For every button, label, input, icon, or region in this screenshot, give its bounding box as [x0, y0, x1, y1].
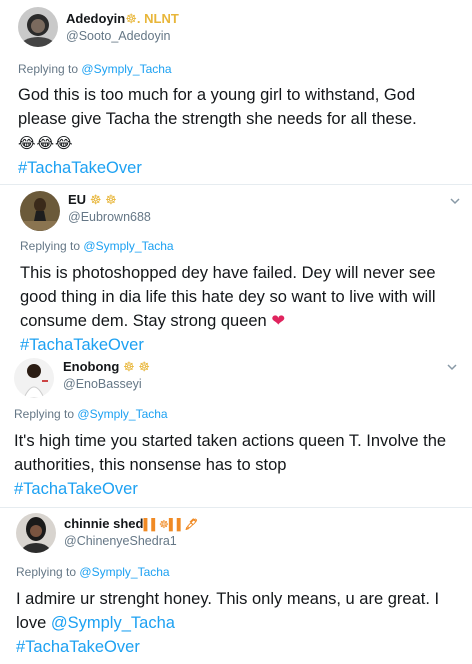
display-name-text: EU	[68, 192, 87, 207]
tweet-3: Enobong ☸ ☸ @EnoBasseyi Replying to @Sym…	[0, 357, 472, 507]
avatar[interactable]	[20, 191, 60, 231]
display-name[interactable]: Adedoyin☸. NLNT	[66, 11, 179, 27]
hashtag-link[interactable]: #TachaTakeOver	[18, 159, 142, 177]
avatar[interactable]	[16, 513, 56, 553]
replying-label: Replying to	[14, 407, 75, 421]
display-name-text: Enobong	[63, 359, 120, 374]
hashtag-link[interactable]: #TachaTakeOver	[14, 480, 138, 498]
heart-emoji: ❤	[271, 312, 286, 330]
tweet-body: God this is too much for a young girl to…	[18, 86, 417, 128]
name-emoji: ☸ ☸	[122, 359, 150, 374]
display-name[interactable]: EU ☸ ☸	[68, 192, 117, 208]
tweet-4: chinnie shed▌▌☸▌▌🖋 @ChinenyeShedra1 Repl…	[0, 508, 472, 664]
chevron-down-icon[interactable]	[450, 197, 460, 205]
replying-to: Replying to @Symply_Tacha	[18, 62, 172, 77]
name-emoji: ☸ ☸	[89, 192, 117, 207]
replying-to: Replying to @Symply_Tacha	[20, 239, 174, 254]
tweet-text: God this is too much for a young girl to…	[18, 83, 463, 180]
user-handle[interactable]: @Sooto_Adedoyin	[66, 28, 170, 44]
body-mention-link[interactable]: @Symply_Tacha	[51, 614, 175, 632]
reply-mention-link[interactable]: @Symply_Tacha	[77, 407, 167, 421]
name-emoji: ☸. NLNT	[125, 11, 179, 26]
display-name-text: Adedoyin	[66, 11, 126, 26]
tweet-body: This is photoshopped dey have failed. De…	[20, 264, 436, 330]
replying-label: Replying to	[20, 239, 81, 253]
user-handle[interactable]: @ChinenyeShedra1	[64, 533, 177, 549]
tweet-1: Adedoyin☸. NLNT @Sooto_Adedoyin Replying…	[0, 0, 472, 184]
user-handle[interactable]: @Eubrown688	[68, 209, 151, 225]
hashtag-link[interactable]: #TachaTakeOver	[20, 336, 144, 354]
replying-to: Replying to @Symply_Tacha	[16, 565, 170, 580]
reply-mention-link[interactable]: @Symply_Tacha	[83, 239, 173, 253]
reply-mention-link[interactable]: @Symply_Tacha	[81, 62, 171, 76]
replying-label: Replying to	[16, 565, 77, 579]
reply-mention-link[interactable]: @Symply_Tacha	[79, 565, 169, 579]
avatar[interactable]	[14, 358, 54, 398]
display-name[interactable]: Enobong ☸ ☸	[63, 359, 150, 375]
tweet-text: This is photoshopped dey have failed. De…	[20, 261, 460, 357]
tweet-text: I admire ur strenght honey. This only me…	[16, 587, 446, 659]
display-name[interactable]: chinnie shed▌▌☸▌▌🖋	[64, 516, 198, 533]
flag-emoji: ▌▌☸▌▌🖋	[143, 519, 199, 531]
replying-label: Replying to	[18, 62, 79, 76]
display-name-text: chinnie shed	[64, 516, 144, 531]
chevron-down-icon[interactable]	[447, 363, 457, 371]
avatar[interactable]	[18, 7, 58, 47]
tweet-2: EU ☸ ☸ @Eubrown688 Replying to @Symply_T…	[0, 185, 472, 357]
replying-to: Replying to @Symply_Tacha	[14, 407, 168, 422]
laughing-emoji: 😂😂😂	[18, 135, 74, 152]
tweet-body: It's high time you started taken actions…	[14, 432, 447, 474]
tweet-text: It's high time you started taken actions…	[14, 429, 454, 501]
user-handle[interactable]: @EnoBasseyi	[63, 376, 142, 392]
hashtag-link[interactable]: #TachaTakeOver	[16, 638, 140, 656]
